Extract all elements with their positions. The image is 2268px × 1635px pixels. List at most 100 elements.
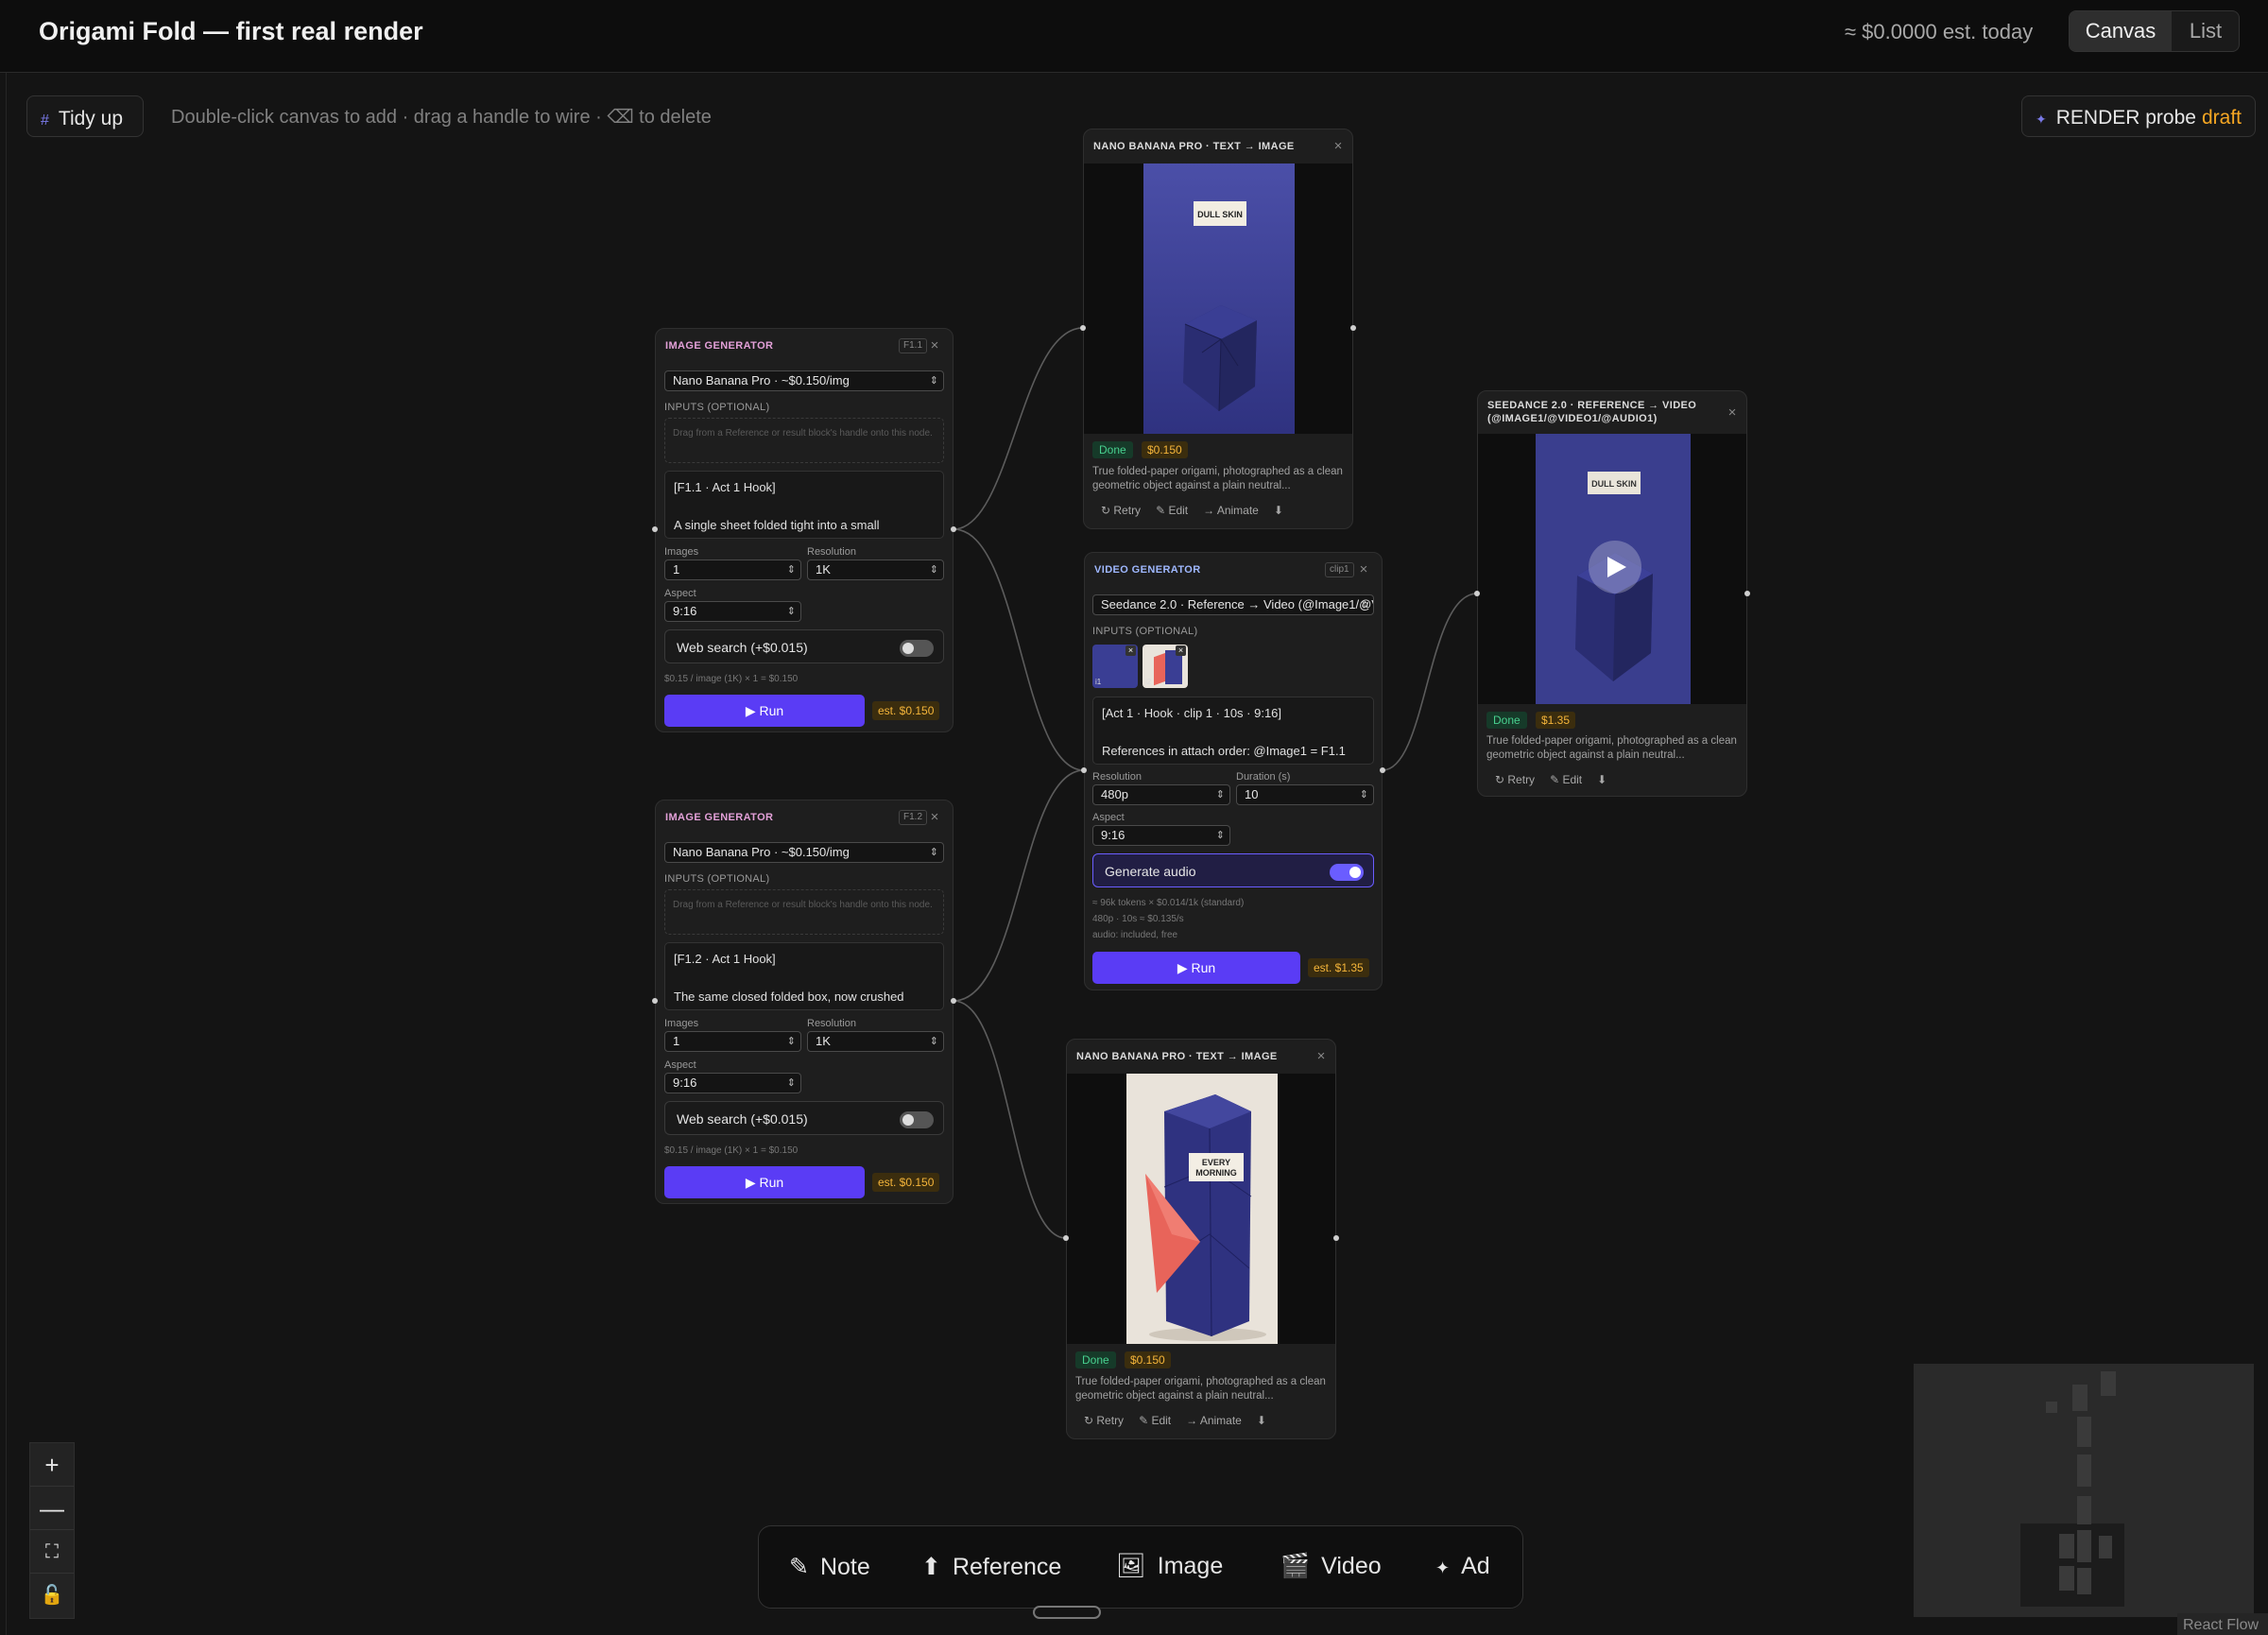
input-drop-zone[interactable]: Drag from a Reference or result block's … — [664, 889, 944, 935]
images-label: Images — [664, 1018, 699, 1029]
input-drop-zone[interactable]: Drag from a Reference or result block's … — [664, 418, 944, 463]
video-result-node[interactable]: SEEDANCE 2.0 · REFERENCE → VIDEO (@IMAGE… — [1477, 390, 1747, 797]
resolution-select[interactable]: 1K — [807, 1031, 944, 1052]
reference-thumbnail[interactable]: × i2 — [1143, 645, 1188, 688]
toggle-switch[interactable] — [1330, 864, 1364, 881]
toggle-switch[interactable] — [900, 1111, 934, 1128]
node-title-line: SEEDANCE 2.0 · REFERENCE → VIDEO — [1487, 400, 1697, 411]
image-caption: EVERY — [1202, 1158, 1230, 1167]
origami-box-image: EVERY MORNING — [1126, 1074, 1278, 1344]
prompt-line: [F1.1 · Act 1 Hook] — [674, 480, 776, 494]
aspect-select[interactable]: 9:16 — [1092, 825, 1230, 846]
add-ad-button[interactable]: ✦ Ad — [1435, 1553, 1490, 1580]
aspect-select[interactable]: 9:16 — [664, 1073, 801, 1093]
close-icon[interactable]: × — [928, 337, 941, 353]
image-result-node-2[interactable]: NANO BANANA PRO · TEXT → IMAGE × EVERY M… — [1066, 1039, 1336, 1439]
download-icon[interactable]: ⬇ — [1597, 773, 1606, 786]
model-select[interactable]: Nano Banana Pro · ~$0.150/img — [664, 370, 944, 391]
run-button[interactable]: ▶ Run — [664, 1166, 865, 1198]
run-button[interactable]: ▶ Run — [1092, 952, 1300, 984]
aspect-select[interactable]: 9:16 — [664, 601, 801, 622]
video-preview[interactable]: DULL SKIN — [1478, 434, 1746, 704]
price-badge: $0.150 — [1125, 1351, 1171, 1368]
edit-button[interactable]: ✎ Edit — [1550, 773, 1582, 786]
download-icon[interactable]: ⬇ — [1274, 504, 1283, 517]
zoom-out-icon[interactable]: — — [30, 1487, 74, 1530]
run-button[interactable]: ▶ Run — [664, 695, 865, 727]
add-note-button[interactable]: ✎ Note — [789, 1553, 870, 1581]
wire-gen1-result1 — [953, 327, 1084, 530]
clapperboard-icon: 🎬 — [1280, 1553, 1311, 1579]
prompt-textarea[interactable]: [F1.1 · Act 1 Hook] A single sheet folde… — [664, 471, 944, 539]
prompt-line: The same closed folded box, now crushed — [674, 990, 904, 1004]
duration-select[interactable]: 10 — [1236, 784, 1374, 805]
output-handle[interactable] — [1350, 325, 1356, 331]
generate-audio-toggle[interactable]: Generate audio — [1092, 853, 1374, 887]
image-generator-node-f1-1[interactable]: IMAGE GENERATOR F1.1 × Nano Banana Pro ·… — [655, 328, 954, 732]
price-badge: $1.35 — [1536, 712, 1576, 729]
result-image[interactable]: EVERY MORNING — [1067, 1074, 1335, 1344]
input-handle[interactable] — [652, 998, 658, 1004]
result-description: True folded-paper origami, photographed … — [1092, 466, 1343, 491]
close-icon[interactable]: × — [1357, 561, 1370, 577]
prompt-line: [Act 1 · Hook · clip 1 · 10s · 9:16] — [1102, 706, 1282, 720]
images-select[interactable]: 1 — [664, 1031, 801, 1052]
web-search-toggle[interactable]: Web search (+$0.015) — [664, 1101, 944, 1135]
output-handle[interactable] — [951, 526, 956, 532]
minimap[interactable] — [1914, 1364, 2254, 1617]
toggle-switch[interactable] — [900, 640, 934, 657]
image-result-node-1[interactable]: NANO BANANA PRO · TEXT → IMAGE × DULL SK… — [1083, 129, 1353, 529]
input-handle[interactable] — [1474, 591, 1480, 596]
video-generator-node[interactable]: VIDEO GENERATOR clip1 × Seedance 2.0 · R… — [1084, 552, 1383, 990]
wire-video-result — [1382, 593, 1478, 771]
resolution-select[interactable]: 480p — [1092, 784, 1230, 805]
reference-thumbnail[interactable]: × i1 — [1092, 645, 1138, 688]
output-handle[interactable] — [1333, 1235, 1339, 1241]
remove-icon[interactable]: × — [1125, 645, 1136, 656]
retry-button[interactable]: ↻ Retry — [1101, 504, 1141, 517]
add-ad-label: Ad — [1461, 1553, 1490, 1579]
add-node-toolbar: ✎ Note ⬆ Reference 🖼 Image 🎬 Video ✦ Ad — [758, 1525, 1523, 1609]
image-generator-node-f1-2[interactable]: IMAGE GENERATOR F1.2 × Nano Banana Pro ·… — [655, 800, 954, 1204]
react-flow-attribution[interactable]: React Flow — [2177, 1613, 2268, 1635]
node-title: VIDEO GENERATOR — [1094, 564, 1201, 576]
remove-icon[interactable]: × — [1176, 645, 1186, 656]
output-handle[interactable] — [1380, 767, 1385, 773]
input-handle[interactable] — [1063, 1235, 1069, 1241]
retry-button[interactable]: ↻ Retry — [1084, 1414, 1124, 1427]
close-icon[interactable]: × — [928, 809, 941, 825]
add-video-button[interactable]: 🎬 Video — [1280, 1553, 1382, 1580]
thumbnail-label: i1 — [1095, 678, 1102, 686]
aspect-label: Aspect — [664, 588, 696, 599]
prompt-textarea[interactable]: [Act 1 · Hook · clip 1 · 10s · 9:16] Ref… — [1092, 697, 1374, 765]
output-handle[interactable] — [1744, 591, 1750, 596]
web-search-toggle[interactable]: Web search (+$0.015) — [664, 629, 944, 663]
lock-icon[interactable]: 🔓 — [30, 1574, 74, 1617]
close-icon[interactable]: × — [1726, 404, 1739, 421]
close-icon[interactable]: × — [1314, 1048, 1328, 1064]
animate-button[interactable]: → Animate — [1186, 1414, 1242, 1427]
close-icon[interactable]: × — [1332, 138, 1345, 154]
retry-button[interactable]: ↻ Retry — [1495, 773, 1535, 786]
zoom-in-icon[interactable]: + — [30, 1443, 74, 1487]
edit-button[interactable]: ✎ Edit — [1139, 1414, 1171, 1427]
model-select[interactable]: Nano Banana Pro · ~$0.150/img — [664, 842, 944, 863]
input-handle[interactable] — [1080, 325, 1086, 331]
result-image[interactable]: DULL SKIN — [1084, 164, 1352, 434]
model-select[interactable]: Seedance 2.0 · Reference → Video (@Image… — [1092, 594, 1374, 615]
toolbar-grab-handle[interactable] — [1033, 1606, 1101, 1619]
fit-view-icon[interactable]: ⛶ — [30, 1530, 74, 1574]
input-handle[interactable] — [652, 526, 658, 532]
animate-button[interactable]: → Animate — [1203, 504, 1259, 517]
images-select[interactable]: 1 — [664, 559, 801, 580]
image-caption: MORNING — [1195, 1168, 1237, 1178]
aspect-label: Aspect — [664, 1059, 696, 1071]
download-icon[interactable]: ⬇ — [1257, 1414, 1266, 1427]
prompt-textarea[interactable]: [F1.2 · Act 1 Hook] The same closed fold… — [664, 942, 944, 1010]
resolution-select[interactable]: 1K — [807, 559, 944, 580]
input-handle[interactable] — [1081, 767, 1087, 773]
add-reference-button[interactable]: ⬆ Reference — [921, 1553, 1061, 1581]
add-image-button[interactable]: 🖼 Image — [1116, 1553, 1223, 1580]
edit-button[interactable]: ✎ Edit — [1156, 504, 1188, 517]
output-handle[interactable] — [951, 998, 956, 1004]
